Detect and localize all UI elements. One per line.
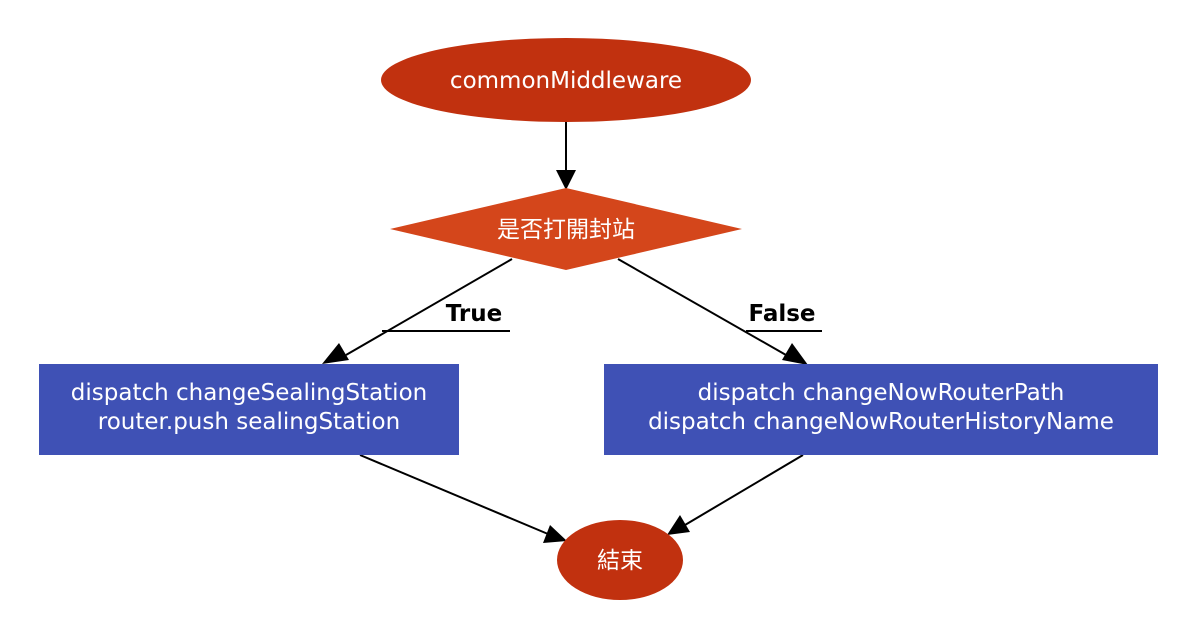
- end-label: 結束: [597, 548, 643, 574]
- false-box-line-2: dispatch changeNowRouterHistoryName: [648, 409, 1114, 435]
- start-label: commonMiddleware: [450, 68, 682, 94]
- end-node: 結束: [557, 520, 683, 600]
- arrowhead-decision-to-false: [782, 343, 808, 365]
- false-process-box: dispatch changeNowRouterPath dispatch ch…: [604, 364, 1158, 455]
- edge-false-to-end: [684, 454, 804, 526]
- true-process-box: dispatch changeSealingStation router.pus…: [39, 364, 459, 455]
- false-box-line-1: dispatch changeNowRouterPath: [698, 380, 1065, 406]
- arrowhead-decision-to-true: [322, 343, 349, 364]
- true-edge-label: True: [446, 301, 502, 327]
- edge-true-to-end: [359, 454, 549, 535]
- edges: [322, 122, 822, 543]
- flowchart: commonMiddleware 是否打開封站 True False dispa…: [39, 38, 1158, 600]
- arrowhead-true-to-end: [543, 525, 567, 543]
- decision-node: 是否打開封站: [390, 188, 742, 270]
- false-edge-label: False: [748, 301, 815, 327]
- decision-label: 是否打開封站: [497, 217, 635, 243]
- true-box-line-2: router.push sealingStation: [98, 409, 400, 435]
- arrowhead-start-to-decision: [556, 170, 576, 190]
- true-box-line-1: dispatch changeSealingStation: [71, 380, 427, 406]
- start-node: commonMiddleware: [381, 38, 751, 122]
